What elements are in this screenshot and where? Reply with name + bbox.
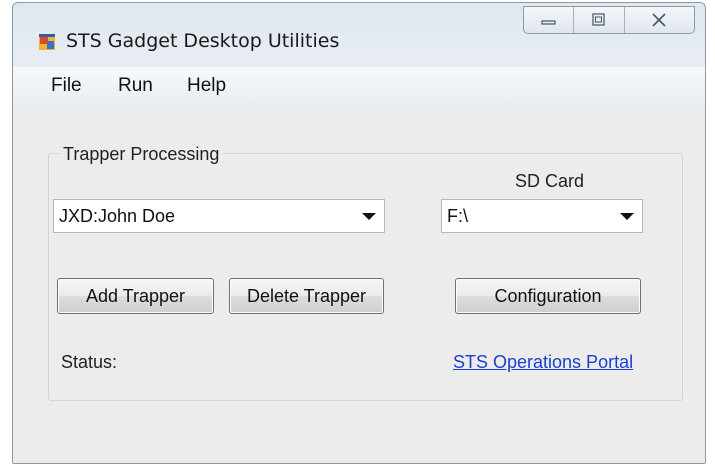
close-icon — [652, 13, 666, 27]
chevron-down-icon — [362, 213, 376, 220]
group-title: Trapper Processing — [59, 144, 224, 165]
app-window: STS Gadget Desktop Utilities File Run He… — [12, 2, 706, 464]
menu-help[interactable]: Help — [187, 75, 226, 97]
menu-file[interactable]: File — [51, 75, 82, 97]
trapper-select[interactable]: JXD:John Doe — [53, 199, 385, 233]
minimize-button[interactable] — [524, 7, 575, 33]
client-area: Trapper Processing SD Card JXD:John Doe … — [13, 107, 705, 463]
caption-buttons — [523, 6, 695, 34]
title-bar[interactable]: STS Gadget Desktop Utilities — [13, 3, 705, 67]
add-trapper-button[interactable]: Add Trapper — [57, 278, 214, 314]
sts-operations-portal-link[interactable]: STS Operations Portal — [453, 352, 633, 373]
minimize-icon — [541, 20, 556, 25]
sd-card-label: SD Card — [515, 171, 585, 191]
status-label: Status: — [61, 352, 118, 372]
chevron-down-icon — [620, 213, 634, 220]
delete-trapper-button[interactable]: Delete Trapper — [229, 278, 384, 314]
window-title: STS Gadget Desktop Utilities — [66, 30, 340, 52]
configuration-button[interactable]: Configuration — [455, 278, 641, 314]
menu-bar: File Run Help — [13, 67, 705, 107]
sd-card-select-value: F:\ — [447, 206, 468, 226]
maximize-button[interactable] — [574, 7, 625, 33]
sd-card-select[interactable]: F:\ — [441, 199, 643, 233]
app-window-icon — [39, 34, 55, 50]
maximize-icon — [592, 13, 605, 26]
trapper-select-value: JXD:John Doe — [59, 206, 176, 226]
close-button[interactable] — [625, 7, 694, 33]
menu-run[interactable]: Run — [118, 75, 153, 97]
